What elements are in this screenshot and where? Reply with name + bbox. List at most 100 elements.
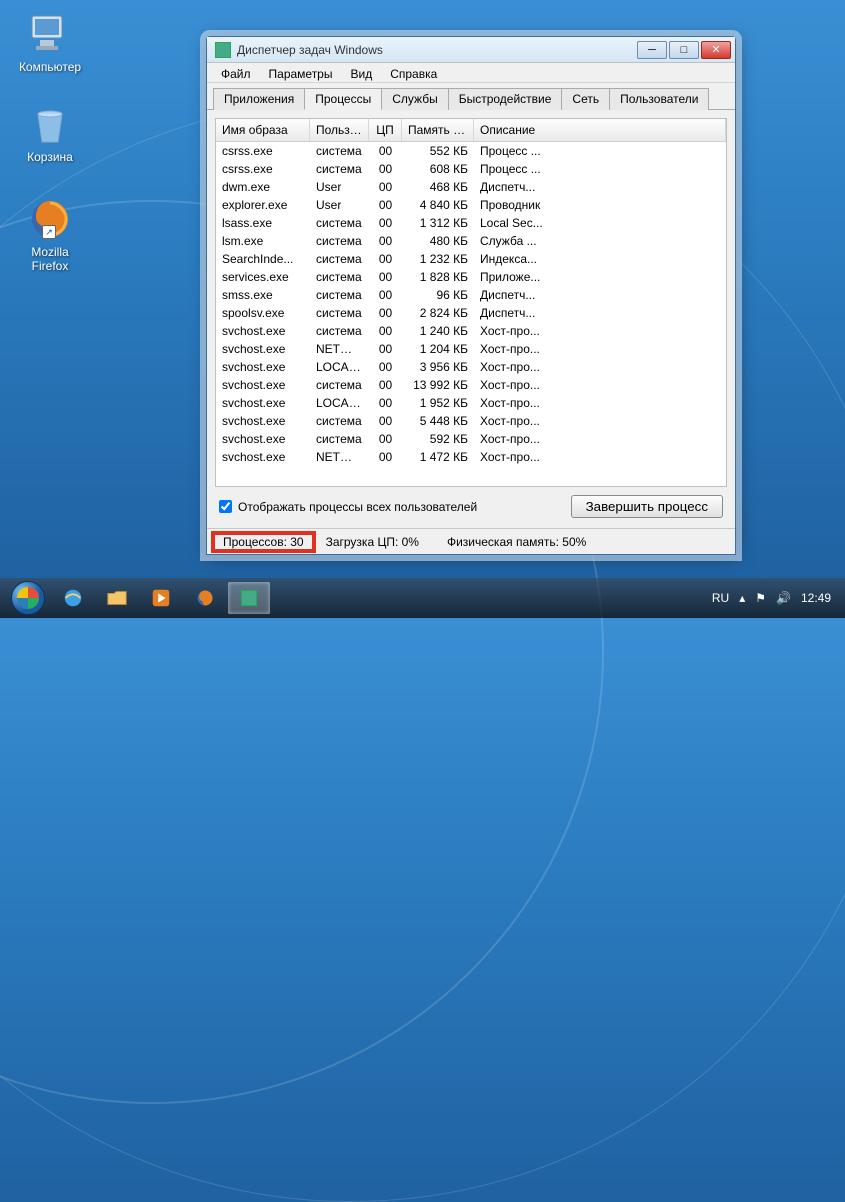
- table-row[interactable]: lsm.exeсистема00480 КБСлужба ...: [216, 232, 726, 250]
- tab-networking[interactable]: Сеть: [561, 88, 610, 110]
- table-row[interactable]: svchost.exeсистема005 448 КБХост-про...: [216, 412, 726, 430]
- table-row[interactable]: svchost.exeNETWO...001 472 КБХост-про...: [216, 448, 726, 466]
- cell-mem: 1 240 КБ: [402, 322, 474, 340]
- cell-name: csrss.exe: [216, 142, 310, 160]
- desktop-icon-label: MozillaFirefox: [10, 245, 90, 273]
- cell-name: SearchInde...: [216, 250, 310, 268]
- cell-user: User: [310, 178, 369, 196]
- cell-mem: 96 КБ: [402, 286, 474, 304]
- cell-desc: Хост-про...: [474, 340, 726, 358]
- cell-cpu: 00: [369, 304, 402, 322]
- close-button[interactable]: ✕: [701, 41, 731, 59]
- col-image-name[interactable]: Имя образа: [216, 119, 310, 141]
- desktop-icon-label: Корзина: [10, 150, 90, 164]
- tab-users[interactable]: Пользователи: [609, 88, 709, 110]
- cell-desc: Процесс ...: [474, 160, 726, 178]
- menu-file[interactable]: Файл: [213, 65, 259, 80]
- taskbar-explorer[interactable]: [96, 582, 138, 614]
- col-memory[interactable]: Память (...: [402, 119, 474, 141]
- cell-name: smss.exe: [216, 286, 310, 304]
- desktop-icon-recycle-bin[interactable]: Корзина: [10, 100, 90, 164]
- end-process-button[interactable]: Завершить процесс: [571, 495, 723, 518]
- process-table: Имя образа Пользо... ЦП Память (... Опис…: [215, 118, 727, 487]
- cell-desc: Проводник: [474, 196, 726, 214]
- taskbar-media-player[interactable]: [140, 582, 182, 614]
- menu-help[interactable]: Справка: [382, 65, 445, 80]
- table-row[interactable]: services.exeсистема001 828 КБПриложе...: [216, 268, 726, 286]
- cell-mem: 1 204 КБ: [402, 340, 474, 358]
- menu-options[interactable]: Параметры: [261, 65, 341, 80]
- cell-desc: Индекса...: [474, 250, 726, 268]
- cell-desc: Хост-про...: [474, 412, 726, 430]
- table-row[interactable]: svchost.exeсистема001 240 КБХост-про...: [216, 322, 726, 340]
- table-row[interactable]: svchost.exeLOCAL ...003 956 КБХост-про..…: [216, 358, 726, 376]
- taskmgr-icon: [215, 42, 231, 58]
- tray-language[interactable]: RU: [712, 591, 729, 605]
- table-row[interactable]: explorer.exeUser004 840 КБПроводник: [216, 196, 726, 214]
- table-row[interactable]: lsass.exeсистема001 312 КБLocal Sec...: [216, 214, 726, 232]
- show-all-users-label: Отображать процессы всех пользователей: [238, 500, 477, 514]
- cell-user: система: [310, 376, 369, 394]
- col-description[interactable]: Описание: [474, 119, 726, 141]
- cell-cpu: 00: [369, 394, 402, 412]
- cell-desc: Хост-про...: [474, 448, 726, 466]
- menu-view[interactable]: Вид: [342, 65, 380, 80]
- cell-user: система: [310, 160, 369, 178]
- table-row[interactable]: SearchInde...система001 232 КБИндекса...: [216, 250, 726, 268]
- menubar: Файл Параметры Вид Справка: [207, 63, 735, 83]
- table-row[interactable]: svchost.exeLOCAL ...001 952 КБХост-про..…: [216, 394, 726, 412]
- taskmgr-icon: [241, 590, 257, 606]
- table-row[interactable]: dwm.exeUser00468 КБДиспетч...: [216, 178, 726, 196]
- taskbar: RU ▴ ⚑ 🔊 12:49: [0, 578, 845, 618]
- cell-name: svchost.exe: [216, 358, 310, 376]
- table-body[interactable]: csrss.exeсистема00552 КБПроцесс ...csrss…: [216, 142, 726, 486]
- cell-name: svchost.exe: [216, 412, 310, 430]
- taskbar-ie[interactable]: [52, 582, 94, 614]
- window-title: Диспетчер задач Windows: [237, 43, 637, 57]
- start-button[interactable]: [6, 580, 50, 616]
- computer-icon: [26, 10, 74, 58]
- tray-action-center-icon[interactable]: ⚑: [755, 591, 766, 605]
- tray-volume-icon[interactable]: 🔊: [776, 591, 791, 605]
- table-row[interactable]: svchost.exeсистема00592 КБХост-про...: [216, 430, 726, 448]
- cell-user: LOCAL ...: [310, 394, 369, 412]
- cell-desc: Диспетч...: [474, 304, 726, 322]
- cell-user: система: [310, 412, 369, 430]
- tab-processes[interactable]: Процессы: [304, 88, 382, 110]
- titlebar[interactable]: Диспетчер задач Windows ─ □ ✕: [207, 37, 735, 63]
- cell-name: lsm.exe: [216, 232, 310, 250]
- cell-user: система: [310, 250, 369, 268]
- cell-cpu: 00: [369, 412, 402, 430]
- table-row[interactable]: csrss.exeсистема00608 КБПроцесс ...: [216, 160, 726, 178]
- table-row[interactable]: svchost.exeNETWO...001 204 КБХост-про...: [216, 340, 726, 358]
- desktop-icon-computer[interactable]: Компьютер: [10, 10, 90, 74]
- maximize-button[interactable]: □: [669, 41, 699, 59]
- table-row[interactable]: smss.exeсистема0096 КБДиспетч...: [216, 286, 726, 304]
- tray-clock[interactable]: 12:49: [801, 591, 831, 605]
- cell-user: LOCAL ...: [310, 358, 369, 376]
- col-cpu[interactable]: ЦП: [369, 119, 402, 141]
- show-all-users-checkbox[interactable]: Отображать процессы всех пользователей: [219, 500, 477, 514]
- cell-desc: Хост-про...: [474, 376, 726, 394]
- cell-name: svchost.exe: [216, 448, 310, 466]
- minimize-button[interactable]: ─: [637, 41, 667, 59]
- table-row[interactable]: svchost.exeсистема0013 992 КБХост-про...: [216, 376, 726, 394]
- tab-applications[interactable]: Приложения: [213, 88, 305, 110]
- tab-services[interactable]: Службы: [381, 88, 448, 110]
- show-all-users-input[interactable]: [219, 500, 232, 513]
- desktop-icon-firefox[interactable]: ↗ MozillaFirefox: [10, 195, 90, 273]
- cell-desc: Хост-про...: [474, 394, 726, 412]
- cell-cpu: 00: [369, 232, 402, 250]
- cell-cpu: 00: [369, 250, 402, 268]
- cell-mem: 2 824 КБ: [402, 304, 474, 322]
- taskbar-firefox[interactable]: [184, 582, 226, 614]
- cell-user: система: [310, 304, 369, 322]
- cell-mem: 4 840 КБ: [402, 196, 474, 214]
- taskbar-taskmgr[interactable]: [228, 582, 270, 614]
- tray-show-hidden-icon[interactable]: ▴: [739, 591, 745, 605]
- cell-desc: Диспетч...: [474, 178, 726, 196]
- col-user[interactable]: Пользо...: [310, 119, 369, 141]
- tab-performance[interactable]: Быстродействие: [448, 88, 563, 110]
- table-row[interactable]: csrss.exeсистема00552 КБПроцесс ...: [216, 142, 726, 160]
- table-row[interactable]: spoolsv.exeсистема002 824 КБДиспетч...: [216, 304, 726, 322]
